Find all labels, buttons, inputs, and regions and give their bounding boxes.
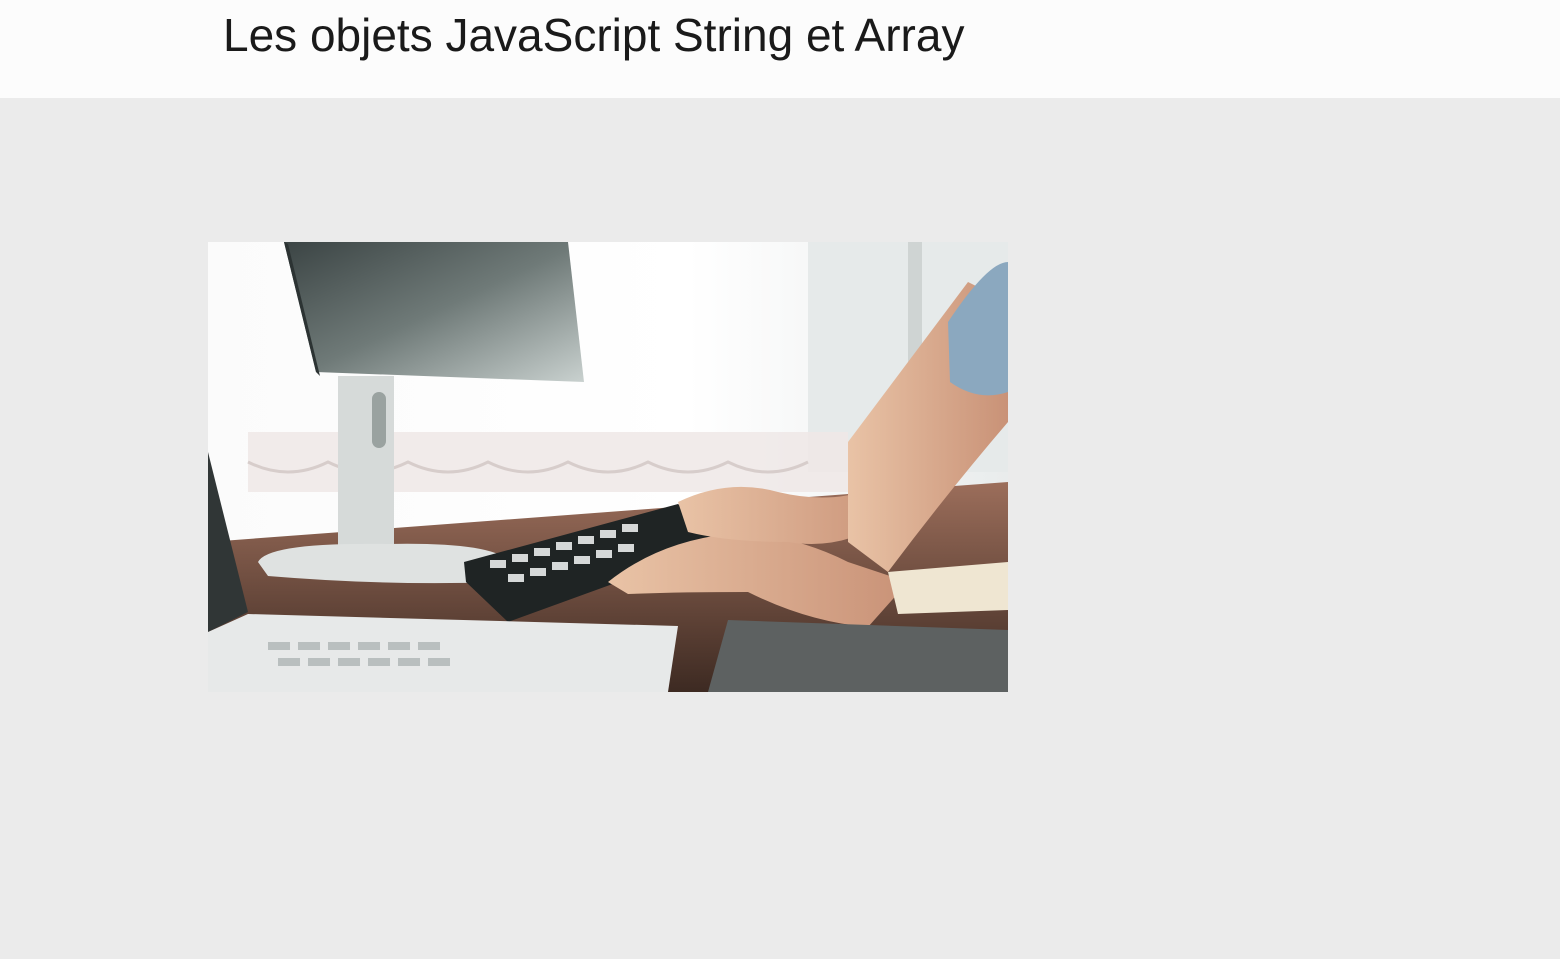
page-header: Les objets JavaScript String et Array [0,0,1560,98]
hero-photo [208,242,1008,692]
hero-image [208,242,1008,692]
page-title: Les objets JavaScript String et Array [223,9,965,61]
